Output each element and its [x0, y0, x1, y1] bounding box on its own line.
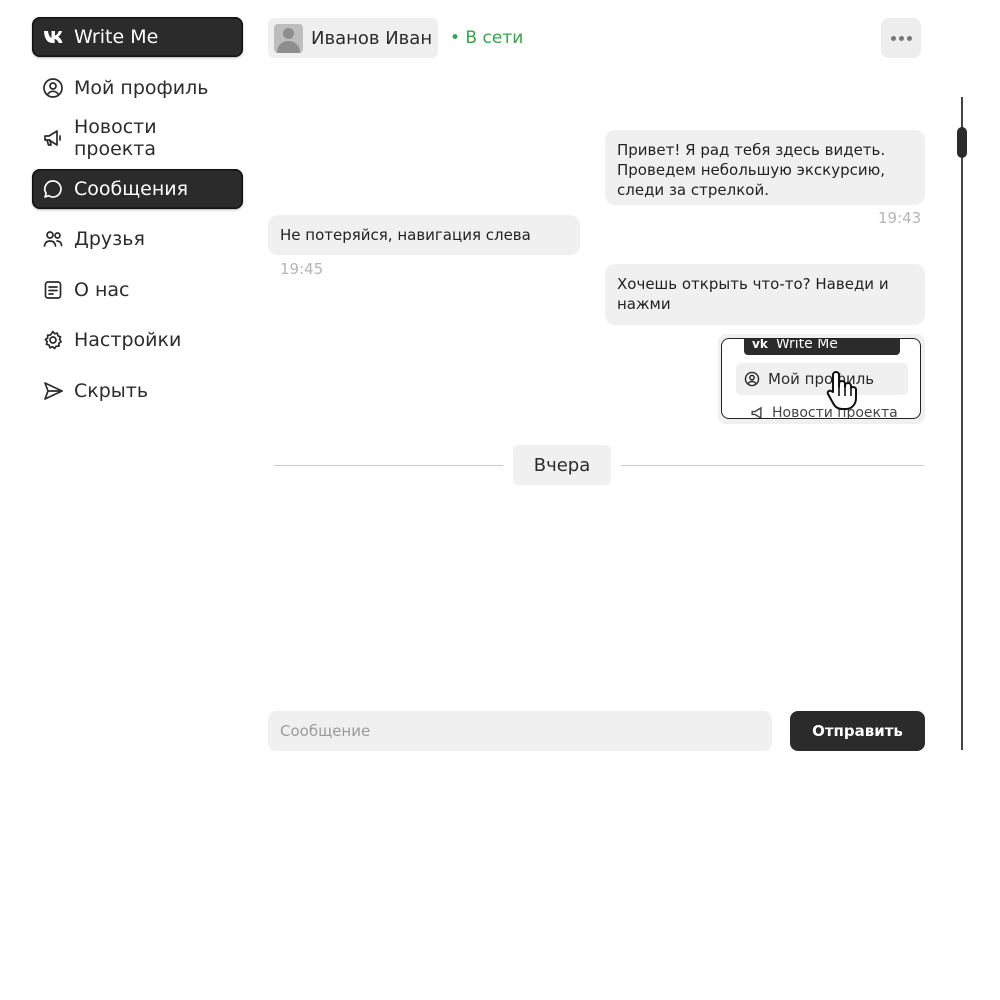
- more-options-button[interactable]: [881, 18, 921, 58]
- date-divider: Вчера: [513, 445, 611, 485]
- sidebar-item-label: Друзья: [74, 228, 145, 250]
- message-bubble-outgoing: Не потеряйся, навигация слева: [268, 215, 580, 255]
- info-card-icon: [42, 279, 64, 301]
- sidebar-item-friends[interactable]: Друзья: [32, 219, 243, 259]
- send-button[interactable]: Отправить: [790, 711, 925, 751]
- hand-pointer-icon: [822, 369, 858, 415]
- sidebar-item-label: Настройки: [74, 329, 182, 351]
- sidebar-item-label: Сообщения: [74, 178, 189, 200]
- sidebar-item-label: Новости проекта: [74, 116, 157, 160]
- chat-user-name: Иванов Иван: [311, 27, 433, 49]
- sidebar-item-profile[interactable]: Мой профиль: [32, 68, 243, 108]
- more-dots-icon: [890, 35, 896, 41]
- vk-logo-icon: [42, 26, 64, 48]
- chat-bubble-icon: [42, 178, 64, 200]
- navigation-preview-image: vk Write Me Мой профиль Новости проекта: [721, 338, 921, 419]
- sidebar-item-label: О нас: [74, 279, 130, 301]
- online-status: • В сети: [450, 28, 524, 48]
- sidebar-item-write-me[interactable]: Write Me: [32, 17, 243, 57]
- scrollbar-thumb[interactable]: [957, 127, 967, 158]
- sidebar-item-label: Write Me: [74, 26, 159, 48]
- message-text: Не потеряйся, навигация слева: [280, 226, 531, 244]
- message-time: 19:45: [280, 260, 324, 278]
- gear-icon: [42, 329, 64, 351]
- user-circle-icon: [42, 77, 64, 99]
- divider-line: [621, 465, 924, 466]
- send-arrow-icon: [42, 380, 64, 402]
- message-time: 19:43: [878, 209, 922, 227]
- divider-line: [274, 465, 503, 466]
- message-text: Привет! Я рад тебя здесь видеть. Проведе…: [617, 141, 886, 199]
- date-divider-label: Вчера: [533, 454, 591, 476]
- message-input[interactable]: [268, 711, 772, 751]
- avatar: [274, 23, 303, 53]
- message-text: Хочешь открыть что-то? Наведи и нажми: [617, 275, 889, 313]
- scrollbar-track[interactable]: [961, 97, 963, 750]
- message-bubble-incoming: Хочешь открыть что-то? Наведи и нажми: [605, 264, 925, 325]
- sidebar-item-hide[interactable]: Скрыть: [32, 371, 243, 411]
- sidebar-item-news[interactable]: Новости проекта: [32, 116, 243, 160]
- message-bubble-incoming: Привет! Я рад тебя здесь видеть. Проведе…: [605, 130, 925, 205]
- sidebar-item-label: Скрыть: [74, 380, 149, 402]
- megaphone-icon: [750, 405, 766, 418]
- preview-item-label: Write Me: [775, 338, 838, 352]
- sidebar-item-about[interactable]: О нас: [32, 270, 243, 310]
- megaphone-icon: [42, 127, 64, 149]
- sidebar-item-messages[interactable]: Сообщения: [32, 169, 243, 209]
- user-circle-icon: [744, 371, 760, 387]
- chat-user-chip[interactable]: Иванов Иван: [268, 18, 438, 58]
- users-icon: [42, 228, 64, 250]
- sidebar-item-settings[interactable]: Настройки: [32, 320, 243, 360]
- sidebar-item-label: Мой профиль: [74, 77, 209, 99]
